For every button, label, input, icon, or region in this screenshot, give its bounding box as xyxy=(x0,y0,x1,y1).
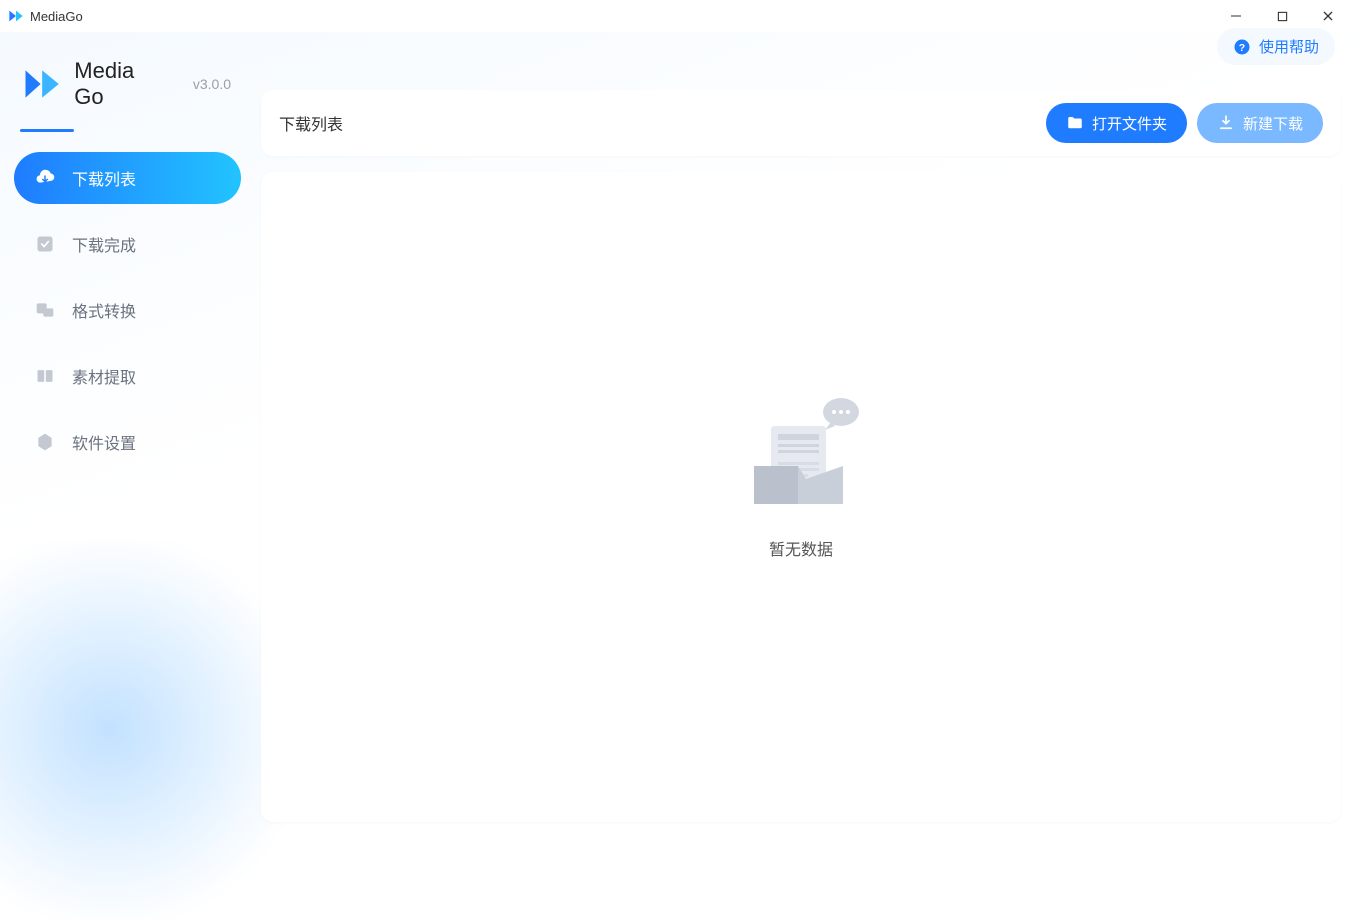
brand-version: v3.0.0 xyxy=(193,76,231,92)
folder-icon xyxy=(1066,114,1084,132)
minimize-icon xyxy=(1230,10,1242,22)
button-label: 打开文件夹 xyxy=(1092,113,1167,134)
open-folder-button[interactable]: 打开文件夹 xyxy=(1046,103,1187,143)
sidebar-item-label: 素材提取 xyxy=(72,364,136,388)
brand-logo-icon xyxy=(24,64,60,104)
check-square-icon xyxy=(34,233,56,255)
sidebar-item-label: 软件设置 xyxy=(72,430,136,454)
download-icon xyxy=(1217,114,1235,132)
empty-state: 暂无数据 xyxy=(736,394,866,560)
main-content: ? 使用帮助 下载列表 打开文件夹 新建下载 xyxy=(255,32,1359,840)
sidebar-item-download-list[interactable]: 下载列表 xyxy=(14,152,241,204)
titlebar-app-name: MediaGo xyxy=(30,9,83,24)
sidebar-item-label: 下载完成 xyxy=(72,232,136,256)
sidebar-item-download-complete[interactable]: 下载完成 xyxy=(14,218,241,270)
content-header: 下载列表 打开文件夹 新建下载 xyxy=(261,90,1341,156)
sidebar-item-settings[interactable]: 软件设置 xyxy=(14,416,241,468)
sidebar-item-material-extract[interactable]: 素材提取 xyxy=(14,350,241,402)
new-download-button[interactable]: 新建下载 xyxy=(1197,103,1323,143)
extract-icon xyxy=(34,365,56,387)
brand-underline xyxy=(20,129,74,132)
sidebar-item-label: 下载列表 xyxy=(72,166,136,190)
sidebar: Media Go v3.0.0 下载列表 下载完成 格式转换 xyxy=(0,32,255,840)
settings-icon xyxy=(34,431,56,453)
button-label: 新建下载 xyxy=(1243,113,1303,134)
titlebar: MediaGo xyxy=(0,0,1359,32)
sidebar-item-label: 格式转换 xyxy=(72,298,136,322)
convert-icon xyxy=(34,299,56,321)
titlebar-logo: MediaGo xyxy=(8,8,83,24)
header-actions: 打开文件夹 新建下载 xyxy=(1046,103,1323,143)
help-icon: ? xyxy=(1233,38,1251,56)
empty-inbox-icon xyxy=(736,394,866,514)
app-logo-icon xyxy=(8,8,24,24)
help-label: 使用帮助 xyxy=(1259,36,1319,57)
brand-name: Media Go xyxy=(74,58,161,110)
sidebar-nav: 下载列表 下载完成 格式转换 素材提取 xyxy=(14,152,241,468)
page-title: 下载列表 xyxy=(279,111,343,135)
help-button[interactable]: ? 使用帮助 xyxy=(1217,28,1335,65)
svg-text:?: ? xyxy=(1239,41,1245,53)
maximize-icon xyxy=(1277,11,1288,22)
sidebar-item-format-convert[interactable]: 格式转换 xyxy=(14,284,241,336)
close-icon xyxy=(1322,10,1334,22)
cloud-download-icon xyxy=(34,167,56,189)
empty-text: 暂无数据 xyxy=(769,536,833,560)
content-body: 暂无数据 xyxy=(261,172,1341,822)
brand: Media Go v3.0.0 xyxy=(14,50,241,134)
